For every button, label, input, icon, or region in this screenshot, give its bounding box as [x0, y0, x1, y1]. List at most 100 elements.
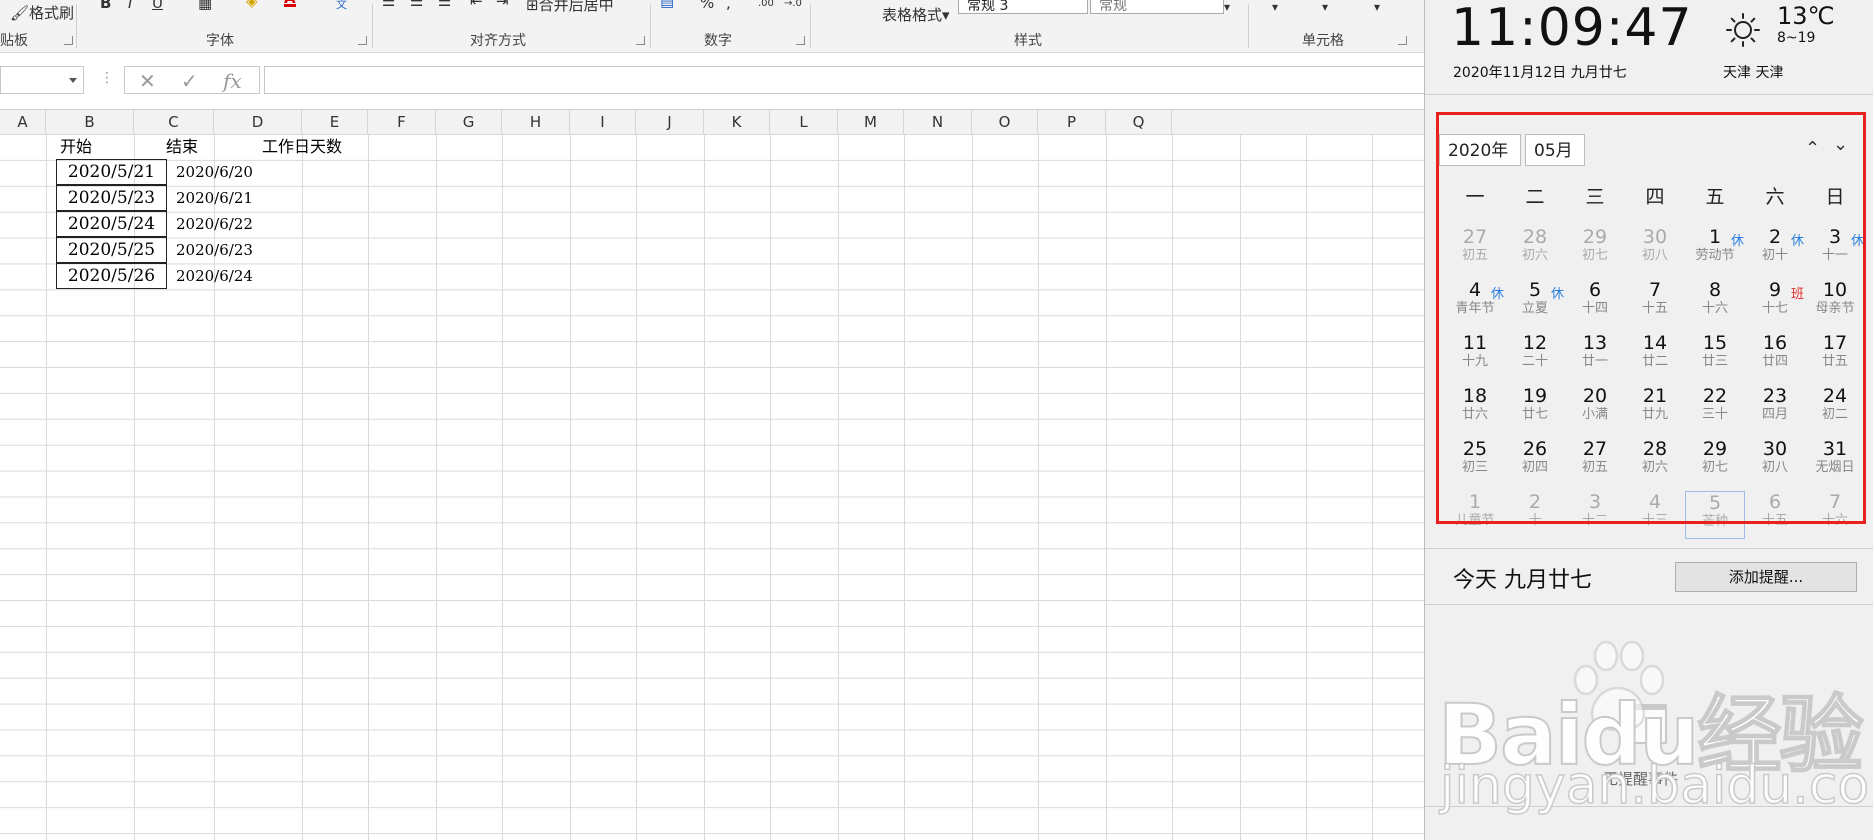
ribbon-separator — [650, 4, 651, 48]
bold-button[interactable]: B — [100, 0, 111, 12]
align-left-icon[interactable]: ☰ — [382, 0, 395, 10]
cell-start-date[interactable]: 2020/5/23 — [56, 185, 167, 211]
grid-line — [502, 134, 503, 840]
temperature: 13℃ — [1777, 2, 1835, 30]
grid-line — [368, 134, 369, 840]
decrease-decimal-icon[interactable]: →.0 — [784, 0, 802, 9]
font-group-label: 字体 — [206, 33, 234, 49]
currency-icon[interactable]: ▤ — [660, 0, 674, 10]
cells-launcher[interactable] — [1398, 36, 1407, 45]
add-reminder-button[interactable]: 添加提醒... — [1675, 562, 1857, 592]
formula-input[interactable] — [264, 66, 1426, 94]
column-header-i[interactable]: I — [570, 110, 636, 134]
delete-dropdown-icon[interactable]: ▾ — [1322, 0, 1328, 14]
column-header-d[interactable]: D — [214, 110, 302, 134]
column-header-g[interactable]: G — [436, 110, 502, 134]
ribbon-separator — [372, 4, 373, 48]
clipboard-launcher[interactable] — [64, 36, 73, 45]
grid-line — [904, 134, 905, 840]
font-color-button[interactable]: A — [284, 0, 296, 7]
chevron-down-icon: ▾ — [942, 6, 950, 24]
cell-start-date[interactable]: 2020/5/25 — [56, 237, 167, 263]
cancel-icon[interactable]: ✕ — [139, 69, 156, 93]
cell-start-date[interactable]: 2020/5/26 — [56, 263, 167, 289]
underline-button[interactable]: U — [152, 0, 163, 12]
border-icon[interactable]: ▦ — [198, 0, 212, 12]
comma-icon[interactable]: , — [726, 0, 731, 12]
temperature-range: 8~19 — [1777, 30, 1816, 46]
column-header-f[interactable]: F — [368, 110, 436, 134]
column-header-b[interactable]: B — [46, 110, 134, 134]
style-gallery-item[interactable]: 常规 — [1090, 0, 1224, 14]
phonetic-icon[interactable]: 文 — [336, 0, 347, 12]
format-dropdown-icon[interactable]: ▾ — [1374, 0, 1380, 14]
cell-end-date[interactable]: 2020/6/21 — [176, 186, 253, 211]
cell-end-date[interactable]: 2020/6/20 — [176, 160, 253, 185]
cell-start-date[interactable]: 2020/5/24 — [56, 211, 167, 237]
column-header-e[interactable]: E — [302, 110, 368, 134]
number-launcher[interactable] — [796, 36, 805, 45]
increase-indent-icon[interactable]: ⇥ — [496, 0, 509, 10]
clock-date: 2020年11月12日 九月廿七 — [1453, 65, 1627, 81]
grid-line — [704, 134, 705, 840]
divider — [1425, 548, 1873, 549]
grid-line — [636, 134, 637, 840]
ribbon: 🖌格式刷 贴板 B I U ▦ ◈ A 文 字体 ☰ ☰ ☰ ⇤ ⇥ ⊞合并后居… — [0, 0, 1424, 53]
grid-line — [1240, 134, 1241, 840]
confirm-icon[interactable]: ✓ — [181, 69, 198, 93]
name-box[interactable] — [0, 66, 84, 94]
excel-window: 🖌格式刷 贴板 B I U ▦ ◈ A 文 字体 ☰ ☰ ☰ ⇤ ⇥ ⊞合并后居… — [0, 0, 1426, 840]
grid-line — [302, 134, 303, 840]
column-header-o[interactable]: O — [972, 110, 1038, 134]
column-header-a[interactable]: A — [0, 110, 46, 134]
sun-icon — [1726, 13, 1760, 47]
increase-decimal-icon[interactable]: .00 — [758, 0, 774, 9]
cell-end-date[interactable]: 2020/6/22 — [176, 212, 253, 237]
cell-d1[interactable]: 工作日天数 — [262, 134, 342, 159]
cell-end-date[interactable]: 2020/6/23 — [176, 238, 253, 263]
city-label: 天津 天津 — [1723, 65, 1784, 81]
chevron-down-icon — [69, 78, 77, 83]
cell-b1[interactable]: 开始 — [60, 134, 92, 159]
italic-button[interactable]: I — [128, 0, 132, 12]
cell-start-date[interactable]: 2020/5/21 — [56, 159, 167, 185]
column-header-n[interactable]: N — [904, 110, 972, 134]
grid-line — [838, 134, 839, 840]
fill-color-icon[interactable]: ◈ — [246, 0, 258, 10]
decrease-indent-icon[interactable]: ⇤ — [470, 0, 483, 10]
column-header-c[interactable]: C — [134, 110, 214, 134]
style-gallery-item[interactable]: 常规 3 — [958, 0, 1088, 14]
grid-line — [1372, 134, 1373, 840]
grid-line — [770, 134, 771, 840]
column-header-m[interactable]: M — [838, 110, 904, 134]
column-header-h[interactable]: H — [502, 110, 570, 134]
grid-line — [1038, 134, 1039, 840]
format-painter-button[interactable]: 🖌格式刷 — [10, 2, 74, 23]
column-header-q[interactable]: Q — [1106, 110, 1172, 134]
alignment-group-label: 对齐方式 — [470, 33, 526, 49]
brush-icon: 🖌 — [10, 4, 30, 22]
clipboard-group-label: 贴板 — [0, 33, 28, 49]
cell-c1[interactable]: 结束 — [166, 134, 198, 159]
column-header-p[interactable]: P — [1038, 110, 1106, 134]
alignment-launcher[interactable] — [636, 36, 645, 45]
styles-group-label: 样式 — [1014, 33, 1042, 49]
highlight-box — [1436, 112, 1866, 524]
clock-time: 11:09:47 — [1451, 0, 1693, 58]
merge-center-button[interactable]: ⊞合并后居中 — [526, 0, 614, 15]
insert-function-icon[interactable]: fx — [223, 69, 242, 93]
cell-end-date[interactable]: 2020/6/24 — [176, 264, 253, 289]
align-center-icon[interactable]: ☰ — [410, 0, 423, 10]
gallery-more-icon[interactable]: ▾ — [1224, 0, 1230, 14]
insert-dropdown-icon[interactable]: ▾ — [1272, 0, 1278, 14]
column-headers: ABCDEFGHIJKLMNOPQ — [0, 109, 1424, 135]
font-launcher[interactable] — [358, 36, 367, 45]
number-group-label: 数字 — [704, 33, 732, 49]
drag-handle-icon[interactable]: ⋮ — [100, 70, 114, 86]
column-header-j[interactable]: J — [636, 110, 704, 134]
percent-button[interactable]: % — [700, 0, 714, 12]
column-header-l[interactable]: L — [770, 110, 838, 134]
align-right-icon[interactable]: ☰ — [438, 0, 451, 10]
column-header-k[interactable]: K — [704, 110, 770, 134]
format-as-table-button[interactable]: 表格格式▾ — [882, 4, 950, 25]
